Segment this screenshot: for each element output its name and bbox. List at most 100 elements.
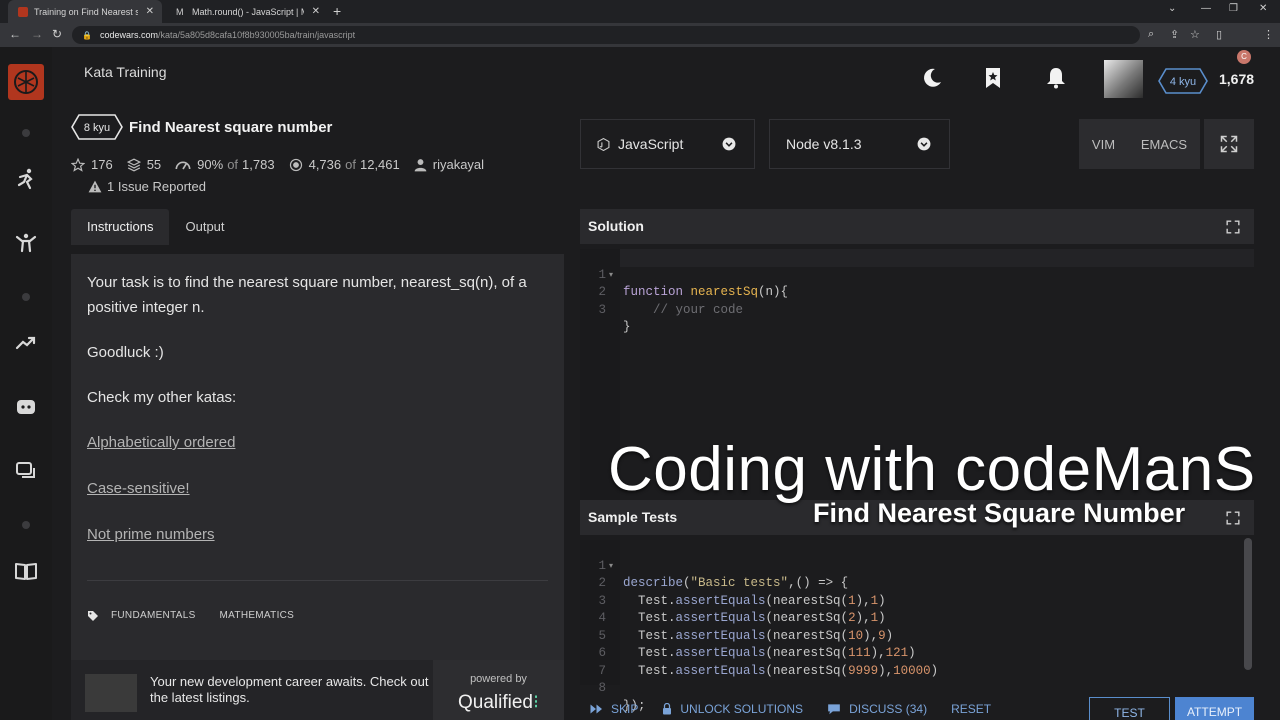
issues-text: 1 Issue Reported xyxy=(107,179,207,194)
dark-mode-moon-icon[interactable] xyxy=(920,66,944,90)
chevron-down-icon xyxy=(917,137,931,151)
link-not-prime-numbers[interactable]: Not prime numbers xyxy=(87,522,548,547)
code-line: 5 Test.assertEquals(nearestSq(111),121) xyxy=(598,628,916,661)
tab-title: Math.round() - JavaScript | MDN xyxy=(192,6,304,17)
sidebar-divider-dot xyxy=(22,521,30,529)
warning-icon xyxy=(88,180,102,193)
bookmarks-icon[interactable] xyxy=(981,66,1005,90)
codewars-logo-icon[interactable] xyxy=(8,64,44,100)
collections-stat[interactable]: 55 xyxy=(126,157,161,172)
instructions-other-katas: Check my other katas: xyxy=(87,389,237,406)
new-tab-button[interactable]: + xyxy=(333,3,341,19)
tag-mathematics[interactable]: MATHEMATICS xyxy=(220,603,295,628)
skip-button[interactable]: SKIP xyxy=(590,697,638,720)
satisfaction-rate: 90% xyxy=(197,157,224,172)
link-case-sensitive[interactable]: Case-sensitive! xyxy=(87,476,548,501)
profile-avatar[interactable]: C xyxy=(1237,50,1251,64)
discuss-button[interactable]: DISCUSS (34) xyxy=(827,697,927,720)
satisfaction-gauge-icon xyxy=(175,161,191,169)
javascript-hex-icon xyxy=(597,137,610,151)
tab-output[interactable]: Output xyxy=(169,209,240,245)
close-tab-icon[interactable]: ✕ xyxy=(146,6,154,17)
expand-solution-icon[interactable] xyxy=(1226,220,1240,234)
minimize-icon[interactable]: — xyxy=(1201,3,1211,14)
url-bar[interactable]: 🔒 codewars.com /kata/5a805d8cafa10f8b930… xyxy=(72,26,1140,44)
forward-icon[interactable]: → xyxy=(31,27,43,41)
unlock-solutions-button[interactable]: UNLOCK SOLUTIONS xyxy=(662,697,803,720)
training-icon[interactable] xyxy=(14,167,38,191)
discord-icon[interactable] xyxy=(14,395,38,419)
browser-tab-mdn[interactable]: M Math.round() - JavaScript | MDN ✕ xyxy=(166,0,328,23)
docs-book-icon[interactable] xyxy=(14,559,38,583)
divider xyxy=(87,580,548,581)
code-line: 1 ▾ describe("Basic tests",() => { xyxy=(598,558,849,591)
ad-text: Your new development career awaits. Chec… xyxy=(150,674,429,705)
expand-tests-icon[interactable] xyxy=(1226,511,1240,525)
bookmark-star-icon[interactable]: ☆ xyxy=(1190,28,1200,41)
notifications-bell-icon[interactable] xyxy=(1044,66,1068,90)
reload-icon[interactable]: ↻ xyxy=(52,27,62,41)
author-name: riyakayal xyxy=(432,157,485,172)
discussion-icon[interactable] xyxy=(14,459,38,483)
language-value: JavaScript xyxy=(618,136,684,152)
share-icon[interactable]: ⇪ xyxy=(1170,28,1179,41)
sidepanel-icon[interactable]: ▯ xyxy=(1216,28,1222,41)
close-window-icon[interactable]: ✕ xyxy=(1259,3,1267,14)
tag-icon xyxy=(88,610,98,621)
lock-icon xyxy=(663,702,672,714)
vim-mode-button[interactable]: VIM xyxy=(1092,137,1115,152)
completions-target-icon xyxy=(289,158,302,171)
zoom-icon[interactable]: ⌕ xyxy=(1148,28,1154,41)
link-alphabetically-ordered[interactable]: Alphabetically ordered xyxy=(87,430,548,455)
stars-stat[interactable]: 176 xyxy=(71,157,113,172)
qualified-brand: Qualified xyxy=(457,692,533,713)
reset-button[interactable]: RESET xyxy=(951,697,991,720)
issues-link[interactable]: 1 Issue Reported xyxy=(88,179,206,194)
solution-header: Solution xyxy=(580,209,1254,244)
author-stat[interactable]: riyakayal xyxy=(414,157,484,172)
url-host: codewars.com xyxy=(99,30,158,40)
kata-rank-text: 8 kyu xyxy=(84,122,110,134)
tests-scrollbar[interactable] xyxy=(1244,538,1252,670)
tab-instructions[interactable]: Instructions xyxy=(71,209,170,245)
code-line: 3 } xyxy=(598,302,631,335)
language-select[interactable]: JavaScript xyxy=(580,119,755,169)
video-overlay-subtitle: Find Nearest Square Number xyxy=(813,498,1186,528)
code-line: 4 Test.assertEquals(nearestSq(10),9) xyxy=(598,611,894,643)
instructions-panel: Your task is to find the nearest square … xyxy=(71,254,564,660)
kata-tags: FUNDAMENTALS MATHEMATICS xyxy=(87,603,318,628)
sample-tests-editor[interactable]: 1 ▾ describe("Basic tests",() => { 2 Test… xyxy=(580,540,1254,713)
tag-fundamentals[interactable]: FUNDAMENTALS xyxy=(111,603,196,628)
browser-tab-strip: Training on Find Nearest square ✕ M Math… xyxy=(0,0,1280,23)
attempted-count: 12,461 xyxy=(359,157,400,172)
sidebar-divider-dot xyxy=(22,129,30,137)
satisfaction-stat: 90% of 1,783 xyxy=(175,157,275,172)
version-select[interactable]: Node v8.1.3 xyxy=(769,119,950,169)
fullscreen-button[interactable] xyxy=(1204,119,1254,169)
code-line: 1 ▾ function nearestSq(n){ xyxy=(598,267,789,300)
back-icon[interactable]: ← xyxy=(9,27,21,41)
satisfaction-votes: 1,783 xyxy=(242,157,275,172)
app-sidebar xyxy=(0,47,52,720)
job-ad-banner[interactable]: Your new development career awaits. Chec… xyxy=(71,660,564,720)
code-line: 8 }); xyxy=(598,681,646,713)
attempt-button[interactable]: ATTEMPT xyxy=(1175,697,1254,720)
instructions-goodluck: Goodluck :) xyxy=(87,344,164,361)
tab-search-icon[interactable]: ⌄ xyxy=(1168,3,1176,14)
restore-icon[interactable]: ❐ xyxy=(1229,3,1238,14)
code-line: 2 // your code xyxy=(598,285,744,317)
practice-icon[interactable] xyxy=(14,231,38,255)
of-label: of xyxy=(345,157,356,172)
sidebar-divider-dot xyxy=(22,293,30,301)
test-button[interactable]: TEST xyxy=(1089,697,1170,720)
of-label: of xyxy=(227,157,239,172)
emacs-mode-button[interactable]: EMACS xyxy=(1141,137,1187,152)
user-avatar[interactable] xyxy=(1104,60,1143,98)
kata-title: Find Nearest square number xyxy=(129,119,333,136)
browser-menu-icon[interactable]: ⋮ xyxy=(1263,28,1274,41)
mdn-favicon-icon: M xyxy=(176,6,186,17)
browser-tab-active[interactable]: Training on Find Nearest square ✕ xyxy=(8,0,162,23)
leaderboard-trend-icon[interactable] xyxy=(14,331,38,355)
close-tab-icon[interactable]: ✕ xyxy=(312,6,320,17)
code-line: 2 Test.assertEquals(nearestSq(1),1) xyxy=(598,576,886,608)
